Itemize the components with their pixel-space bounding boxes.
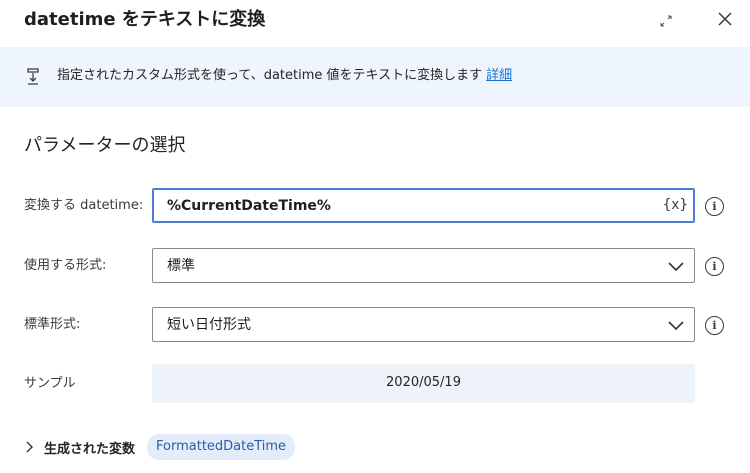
close-icon (718, 12, 732, 26)
sample-value: 2020/05/19 (386, 375, 461, 390)
expand-diagonal-icon (660, 15, 672, 27)
datetime-help-icon[interactable]: i (705, 197, 724, 216)
generated-variables-section: 生成された変数 FormattedDateTime (24, 434, 296, 460)
sample-label: サンプル (24, 376, 76, 391)
standard-format-label: 標準形式: (24, 317, 81, 332)
info-action-icon (27, 68, 39, 85)
info-banner: 指定されたカスタム形式を使って、datetime 値をテキストに変換します 詳細 (0, 47, 750, 107)
info-description: 指定されたカスタム形式を使って、datetime 値をテキストに変換します 詳細 (57, 67, 512, 85)
details-link[interactable]: 詳細 (486, 68, 512, 83)
sample-preview: 2020/05/19 (152, 364, 695, 403)
datetime-input[interactable]: %CurrentDateTime% {x} (152, 188, 695, 223)
info-text: 指定されたカスタム形式を使って、datetime 値をテキストに変換します (57, 68, 483, 83)
format-dropdown[interactable]: 標準 (152, 248, 695, 283)
chevron-down-icon (668, 262, 684, 272)
datetime-input-value: %CurrentDateTime% (167, 198, 331, 214)
chevron-right-icon[interactable] (24, 441, 34, 453)
standard-format-help-icon[interactable]: i (705, 316, 724, 335)
dialog-header: datetime をテキストに変換 (0, 0, 750, 46)
section-title: パラメーターの選択 (24, 135, 186, 156)
generated-variables-label[interactable]: 生成された変数 (44, 438, 135, 457)
datetime-label: 変換する datetime: (24, 198, 144, 213)
standard-format-dropdown-value: 短い日付形式 (167, 317, 251, 333)
variable-chip[interactable]: FormattedDateTime (147, 434, 296, 460)
standard-format-dropdown[interactable]: 短い日付形式 (152, 307, 695, 342)
dialog-title: datetime をテキストに変換 (24, 9, 266, 30)
chevron-down-icon (668, 321, 684, 331)
close-button[interactable] (713, 7, 737, 31)
variable-picker-button[interactable]: {x} (663, 196, 688, 214)
format-dropdown-value: 標準 (167, 258, 195, 274)
expand-button[interactable] (655, 10, 677, 32)
format-help-icon[interactable]: i (705, 257, 724, 276)
format-label: 使用する形式: (24, 258, 107, 273)
